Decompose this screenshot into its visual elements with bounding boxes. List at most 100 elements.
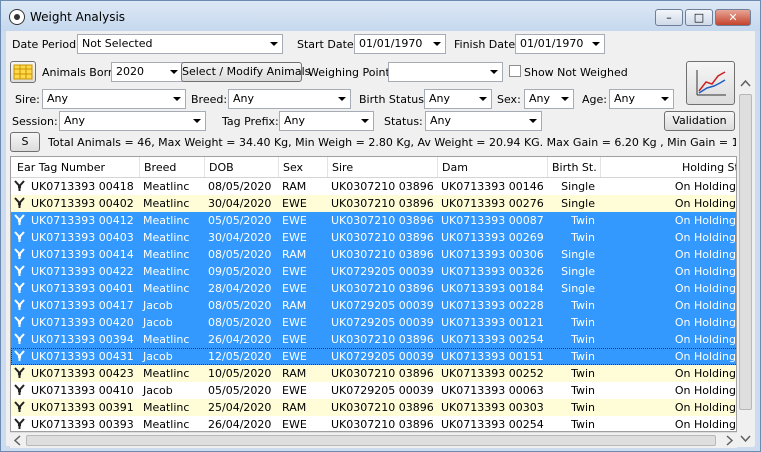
date-period-combo[interactable]: Not Selected xyxy=(77,34,283,54)
col-sex[interactable]: Sex xyxy=(283,161,303,174)
sire-cell: UK0307210 03896 xyxy=(331,418,434,431)
table-row[interactable]: UK0713393 00394 Meatlinc 26/04/2020 EWE UK03… xyxy=(11,331,736,348)
table-row[interactable]: UK0713393 00401 Meatlinc 28/04/2020 EWE UK03… xyxy=(11,280,736,297)
birth-status-combo[interactable]: Any xyxy=(424,89,492,109)
col-separator[interactable] xyxy=(278,157,279,177)
col-ear-tag[interactable]: Ear Tag Number xyxy=(17,161,105,174)
validation-button[interactable]: Validation xyxy=(664,111,735,131)
col-sire[interactable]: Sire xyxy=(332,161,353,174)
holding-status-cell: On Holding xyxy=(674,316,736,329)
show-not-weighed-checkbox[interactable] xyxy=(509,65,521,77)
breed-cell: Meatlinc xyxy=(143,231,190,244)
animals-grid[interactable]: Ear Tag Number Breed DOB Sex Sire Dam Bi… xyxy=(10,156,737,432)
table-row[interactable]: UK0713393 00418 Meatlinc 08/05/2020 RAM UK03… xyxy=(11,178,736,195)
col-separator[interactable] xyxy=(204,157,205,177)
sire-combo[interactable]: Any xyxy=(42,89,186,109)
holding-status-cell: On Holding xyxy=(674,418,736,431)
finish-date-picker[interactable]: 01/01/1970 xyxy=(515,34,605,54)
col-separator[interactable] xyxy=(600,157,601,177)
status-label: Status: xyxy=(384,115,423,128)
col-holding-status[interactable]: Holding St. xyxy=(682,161,736,174)
table-row[interactable]: UK0713393 00431 Jacob 12/05/2020 EWE UK07292… xyxy=(11,348,736,365)
holding-status-cell: On Holding xyxy=(674,299,736,312)
date-period-label: Date Period: xyxy=(12,38,80,51)
col-separator[interactable] xyxy=(547,157,548,177)
scroll-up-icon[interactable] xyxy=(737,78,754,90)
birth-status-cell: Single xyxy=(561,248,595,261)
chart-button[interactable] xyxy=(686,61,735,105)
breed-cell: Meatlinc xyxy=(143,265,190,278)
show-not-weighed-label: Show Not Weighed xyxy=(524,66,628,79)
sex-combo[interactable]: Any xyxy=(524,89,574,109)
table-row[interactable]: UK0713393 00402 Meatlinc 30/04/2020 EWE UK03… xyxy=(11,195,736,212)
sex-label: Sex: xyxy=(497,93,521,106)
table-row[interactable]: UK0713393 00403 Meatlinc 30/04/2020 EWE UK03… xyxy=(11,229,736,246)
scroll-down-icon[interactable] xyxy=(737,432,754,444)
table-row[interactable]: UK0713393 00417 Jacob 08/05/2020 RAM UK07292… xyxy=(11,297,736,314)
horizontal-scrollbar[interactable] xyxy=(10,432,737,448)
table-row[interactable]: UK0713393 00414 Meatlinc 08/05/2020 RAM UK03… xyxy=(11,246,736,263)
holding-status-cell: On Holding xyxy=(674,197,736,210)
col-separator[interactable] xyxy=(139,157,140,177)
weighing-point-combo[interactable] xyxy=(388,62,503,82)
breed-cell: Meatlinc xyxy=(143,282,190,295)
col-breed[interactable]: Breed xyxy=(144,161,176,174)
sex-cell: EWE xyxy=(282,231,307,244)
ear-tag-cell: UK0713393 00417 xyxy=(31,299,134,312)
animals-born-combo[interactable]: 2020 xyxy=(111,62,183,82)
close-button[interactable]: ✕ xyxy=(715,9,751,26)
breed-cell: Jacob xyxy=(143,316,173,329)
table-row[interactable]: UK0713393 00423 Meatlinc 10/05/2020 RAM UK03… xyxy=(11,365,736,382)
holding-status-cell: On Holding xyxy=(674,333,736,346)
ear-tag-cell: UK0713393 00401 xyxy=(31,282,134,295)
summary-text: Total Animals = 46, Max Weight = 34.40 K… xyxy=(48,136,736,149)
vertical-scrollbar[interactable] xyxy=(737,76,754,447)
sheep-tag-icon xyxy=(14,231,25,242)
birth-status-cell: Twin xyxy=(571,333,595,346)
dam-cell: UK0713393 00303 xyxy=(441,401,544,414)
col-separator[interactable] xyxy=(437,157,438,177)
start-date-picker[interactable]: 01/01/1970 xyxy=(354,34,446,54)
breed-cell: Jacob xyxy=(143,384,173,397)
table-row[interactable]: UK0713393 00410 Jacob 05/05/2020 EWE UK07292… xyxy=(11,382,736,399)
tag-prefix-combo[interactable]: Any xyxy=(279,111,374,131)
horizontal-scroll-thumb[interactable] xyxy=(26,435,716,446)
sheep-tag-icon xyxy=(14,248,25,259)
title-bar[interactable]: Weight Analysis – □ ✕ xyxy=(1,1,760,31)
minimize-button[interactable]: – xyxy=(655,9,683,26)
col-birth-status[interactable]: Birth St. xyxy=(552,161,597,174)
breed-combo[interactable]: Any xyxy=(228,89,351,109)
select-modify-animals-button[interactable]: Select / Modify Animals xyxy=(181,62,310,82)
scroll-right-icon[interactable] xyxy=(723,433,735,448)
session-combo[interactable]: Any xyxy=(59,111,206,131)
ear-tag-cell: UK0713393 00418 xyxy=(31,180,134,193)
s-button[interactable]: S xyxy=(10,132,40,152)
vertical-scroll-thumb[interactable] xyxy=(739,94,752,410)
dropdown-arrow-icon xyxy=(433,42,441,46)
sheep-tag-icon xyxy=(14,214,25,225)
dam-cell: UK0713393 00063 xyxy=(441,384,544,397)
birth-status-cell: Twin xyxy=(571,367,595,380)
status-combo[interactable]: Any xyxy=(425,111,542,131)
animals-born-value: 2020 xyxy=(116,65,144,78)
table-row[interactable]: UK0713393 00393 Meatlinc 26/04/2020 EWE UK03… xyxy=(11,416,736,431)
table-row[interactable]: UK0713393 00422 Meatlinc 09/05/2020 EWE UK07… xyxy=(11,263,736,280)
sex-value: Any xyxy=(529,92,551,105)
table-row[interactable]: UK0713393 00412 Meatlinc 05/05/2020 EWE UK03… xyxy=(11,212,736,229)
sex-cell: EWE xyxy=(282,316,307,329)
sire-cell: UK0307210 03896 xyxy=(331,214,434,227)
col-dob[interactable]: DOB xyxy=(209,161,234,174)
calendar-grid-button[interactable] xyxy=(10,61,36,83)
col-dam[interactable]: Dam xyxy=(442,161,468,174)
table-row[interactable]: UK0713393 00420 Jacob 08/05/2020 EWE UK07292… xyxy=(11,314,736,331)
line-chart-icon xyxy=(696,70,726,96)
maximize-button[interactable]: □ xyxy=(685,9,713,26)
ear-tag-cell: UK0713393 00410 xyxy=(31,384,134,397)
age-combo[interactable]: Any xyxy=(609,89,674,109)
birth-status-cell: Single xyxy=(561,180,595,193)
table-row[interactable]: UK0713393 00391 Meatlinc 25/04/2020 RAM UK03… xyxy=(11,399,736,416)
col-separator[interactable] xyxy=(327,157,328,177)
weighing-point-label: Weighing Point: xyxy=(308,66,394,79)
scroll-left-icon[interactable] xyxy=(12,433,24,448)
sire-cell: UK0307210 03896 xyxy=(331,282,434,295)
